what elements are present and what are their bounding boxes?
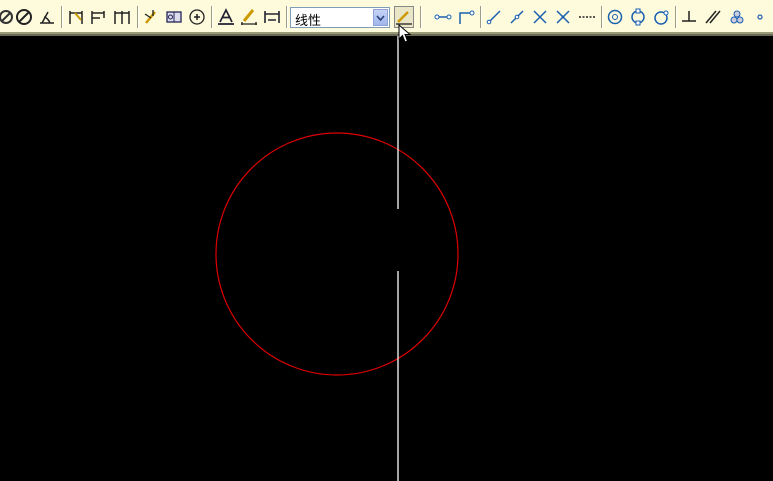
snap-quadrant-icon[interactable] bbox=[628, 6, 648, 28]
toolbar-separator bbox=[61, 6, 63, 28]
snap-intersection-icon[interactable] bbox=[530, 6, 550, 28]
snap-dashes-icon[interactable] bbox=[577, 6, 597, 28]
toolbar-separator bbox=[211, 6, 213, 28]
snap-line-icon[interactable] bbox=[484, 6, 504, 28]
toolbar-separator bbox=[601, 6, 603, 28]
snap-nearest-icon[interactable] bbox=[750, 6, 770, 28]
snap-perpendicular-icon[interactable] bbox=[679, 6, 699, 28]
snap-endpoint-icon[interactable] bbox=[433, 6, 453, 28]
snap-node-icon[interactable] bbox=[727, 6, 747, 28]
dim-update-icon[interactable] bbox=[262, 6, 282, 28]
drawn-circle[interactable] bbox=[215, 132, 459, 376]
dim-style-value: 线性 bbox=[295, 14, 322, 29]
snap-apparent-intersection-icon[interactable] bbox=[553, 6, 573, 28]
snap-parallel-icon[interactable] bbox=[703, 6, 723, 28]
toolbar-separator bbox=[420, 6, 422, 28]
toolbar-separator bbox=[480, 6, 482, 28]
toolbar-separator bbox=[137, 6, 139, 28]
tolerance-icon[interactable] bbox=[164, 6, 184, 28]
dim-baseline-icon[interactable] bbox=[89, 6, 109, 28]
text-style-icon[interactable] bbox=[216, 6, 236, 28]
toolbar-separator bbox=[286, 6, 288, 28]
toolbar-separator bbox=[675, 6, 677, 28]
chevron-down-icon[interactable] bbox=[373, 9, 388, 26]
snap-extension-icon[interactable] bbox=[507, 6, 527, 28]
no-entry-icon[interactable] bbox=[14, 6, 34, 28]
snap-tangent-icon[interactable] bbox=[651, 6, 671, 28]
dim-edit-icon[interactable] bbox=[142, 6, 162, 28]
drawing-canvas[interactable] bbox=[0, 36, 773, 481]
mouse-cursor-icon bbox=[398, 24, 412, 43]
dim-style-dropdown[interactable]: 线性 bbox=[290, 7, 390, 29]
dim-linear-icon[interactable] bbox=[66, 6, 86, 28]
snap-midpoint-icon[interactable] bbox=[456, 6, 476, 28]
dim-edit-pencil-icon[interactable] bbox=[239, 6, 259, 28]
dimension-toolbar: 线性 bbox=[0, 0, 773, 34]
angle-icon[interactable] bbox=[37, 6, 57, 28]
center-mark-icon[interactable] bbox=[187, 6, 207, 28]
dim-continue-icon[interactable] bbox=[112, 6, 132, 28]
snap-center-icon[interactable] bbox=[605, 6, 625, 28]
